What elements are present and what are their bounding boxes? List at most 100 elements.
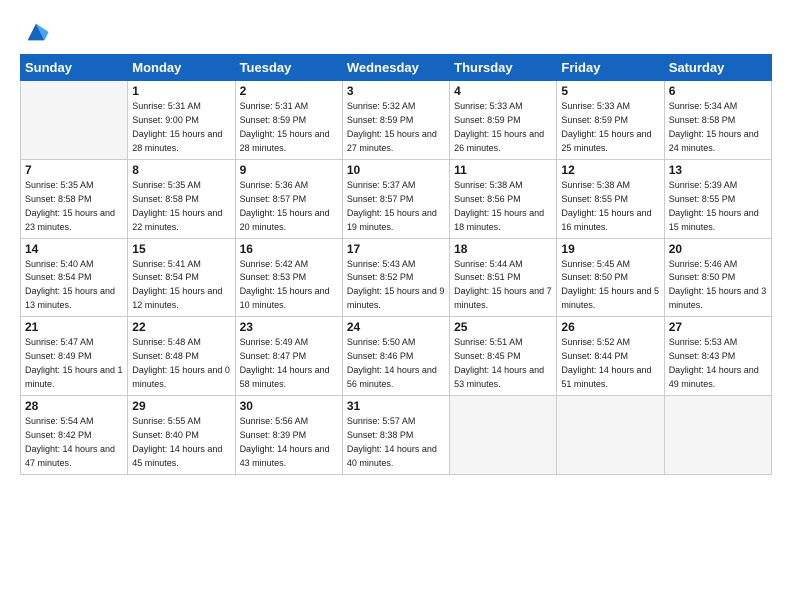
logo xyxy=(20,18,50,46)
sun-info: Sunrise: 5:35 AMSunset: 8:58 PMDaylight:… xyxy=(132,179,230,235)
sun-info: Sunrise: 5:45 AMSunset: 8:50 PMDaylight:… xyxy=(561,258,659,314)
day-number: 8 xyxy=(132,163,230,177)
calendar-cell: 20 Sunrise: 5:46 AMSunset: 8:50 PMDayligh… xyxy=(664,238,771,317)
day-number: 20 xyxy=(669,242,767,256)
sun-info: Sunrise: 5:51 AMSunset: 8:45 PMDaylight:… xyxy=(454,336,552,392)
week-row-3: 14Sunrise: 5:40 AMSunset: 8:54 PMDayligh… xyxy=(21,238,772,317)
calendar-cell: 11 Sunrise: 5:38 AMSunset: 8:56 PMDayligh… xyxy=(450,159,557,238)
calendar-table: SundayMondayTuesdayWednesdayThursdayFrid… xyxy=(20,54,772,475)
calendar-cell: 2 Sunrise: 5:31 AMSunset: 8:59 PMDaylight… xyxy=(235,81,342,160)
day-number: 17 xyxy=(347,242,445,256)
day-number: 31 xyxy=(347,399,445,413)
day-number: 2 xyxy=(240,84,338,98)
day-number: 23 xyxy=(240,320,338,334)
day-number: 9 xyxy=(240,163,338,177)
logo-icon xyxy=(22,18,50,46)
sun-info: Sunrise: 5:56 AMSunset: 8:39 PMDaylight:… xyxy=(240,415,338,471)
day-number: 11 xyxy=(454,163,552,177)
sun-info: Sunrise: 5:49 AMSunset: 8:47 PMDaylight:… xyxy=(240,336,338,392)
sun-info: Sunrise: 5:43 AMSunset: 8:52 PMDaylight:… xyxy=(347,258,445,314)
weekday-header-row: SundayMondayTuesdayWednesdayThursdayFrid… xyxy=(21,55,772,81)
calendar-cell xyxy=(450,396,557,475)
day-number: 29 xyxy=(132,399,230,413)
sun-info: Sunrise: 5:40 AMSunset: 8:54 PMDaylight:… xyxy=(25,258,123,314)
calendar-cell: 16 Sunrise: 5:42 AMSunset: 8:53 PMDayligh… xyxy=(235,238,342,317)
week-row-4: 21 Sunrise: 5:47 AMSunset: 8:49 PMDayligh… xyxy=(21,317,772,396)
day-number: 7 xyxy=(25,163,123,177)
day-number: 1 xyxy=(132,84,230,98)
sun-info: Sunrise: 5:32 AMSunset: 8:59 PMDaylight:… xyxy=(347,100,445,156)
calendar-cell: 10 Sunrise: 5:37 AMSunset: 8:57 PMDayligh… xyxy=(342,159,449,238)
sun-info: Sunrise: 5:55 AMSunset: 8:40 PMDaylight:… xyxy=(132,415,230,471)
weekday-header-wednesday: Wednesday xyxy=(342,55,449,81)
day-number: 27 xyxy=(669,320,767,334)
day-number: 25 xyxy=(454,320,552,334)
sun-info: Sunrise: 5:44 AMSunset: 8:51 PMDaylight:… xyxy=(454,258,552,314)
sun-info: Sunrise: 5:42 AMSunset: 8:53 PMDaylight:… xyxy=(240,258,338,314)
calendar-cell: 4 Sunrise: 5:33 AMSunset: 8:59 PMDaylight… xyxy=(450,81,557,160)
sun-info: Sunrise: 5:57 AMSunset: 8:38 PMDaylight:… xyxy=(347,415,445,471)
calendar-cell: 27 Sunrise: 5:53 AMSunset: 8:43 PMDayligh… xyxy=(664,317,771,396)
day-number: 28 xyxy=(25,399,123,413)
sun-info: Sunrise: 5:37 AMSunset: 8:57 PMDaylight:… xyxy=(347,179,445,235)
calendar-cell: 6Sunrise: 5:34 AMSunset: 8:58 PMDaylight… xyxy=(664,81,771,160)
calendar-cell: 13Sunrise: 5:39 AMSunset: 8:55 PMDayligh… xyxy=(664,159,771,238)
sun-info: Sunrise: 5:33 AMSunset: 8:59 PMDaylight:… xyxy=(561,100,659,156)
day-number: 19 xyxy=(561,242,659,256)
calendar-cell: 8 Sunrise: 5:35 AMSunset: 8:58 PMDaylight… xyxy=(128,159,235,238)
day-number: 21 xyxy=(25,320,123,334)
day-number: 24 xyxy=(347,320,445,334)
calendar-cell: 7Sunrise: 5:35 AMSunset: 8:58 PMDaylight… xyxy=(21,159,128,238)
sun-info: Sunrise: 5:31 AMSunset: 9:00 PMDaylight:… xyxy=(132,100,230,156)
calendar-cell: 15 Sunrise: 5:41 AMSunset: 8:54 PMDayligh… xyxy=(128,238,235,317)
week-row-5: 28Sunrise: 5:54 AMSunset: 8:42 PMDayligh… xyxy=(21,396,772,475)
day-number: 6 xyxy=(669,84,767,98)
day-number: 13 xyxy=(669,163,767,177)
calendar-cell: 19 Sunrise: 5:45 AMSunset: 8:50 PMDayligh… xyxy=(557,238,664,317)
calendar-cell xyxy=(557,396,664,475)
day-number: 4 xyxy=(454,84,552,98)
weekday-header-friday: Friday xyxy=(557,55,664,81)
day-number: 10 xyxy=(347,163,445,177)
weekday-header-sunday: Sunday xyxy=(21,55,128,81)
day-number: 26 xyxy=(561,320,659,334)
calendar-cell: 30 Sunrise: 5:56 AMSunset: 8:39 PMDayligh… xyxy=(235,396,342,475)
sun-info: Sunrise: 5:33 AMSunset: 8:59 PMDaylight:… xyxy=(454,100,552,156)
sun-info: Sunrise: 5:38 AMSunset: 8:55 PMDaylight:… xyxy=(561,179,659,235)
sun-info: Sunrise: 5:48 AMSunset: 8:48 PMDaylight:… xyxy=(132,336,230,392)
sun-info: Sunrise: 5:52 AMSunset: 8:44 PMDaylight:… xyxy=(561,336,659,392)
day-number: 22 xyxy=(132,320,230,334)
calendar-cell: 18Sunrise: 5:44 AMSunset: 8:51 PMDayligh… xyxy=(450,238,557,317)
weekday-header-saturday: Saturday xyxy=(664,55,771,81)
calendar-cell: 23 Sunrise: 5:49 AMSunset: 8:47 PMDayligh… xyxy=(235,317,342,396)
calendar-cell xyxy=(664,396,771,475)
calendar-cell: 3 Sunrise: 5:32 AMSunset: 8:59 PMDaylight… xyxy=(342,81,449,160)
day-number: 3 xyxy=(347,84,445,98)
calendar-cell: 21 Sunrise: 5:47 AMSunset: 8:49 PMDayligh… xyxy=(21,317,128,396)
calendar-cell: 28Sunrise: 5:54 AMSunset: 8:42 PMDayligh… xyxy=(21,396,128,475)
sun-info: Sunrise: 5:47 AMSunset: 8:49 PMDaylight:… xyxy=(25,336,123,392)
week-row-2: 7 Sunrise: 5:35 AMSunset: 8:58 PMDaylight… xyxy=(21,159,772,238)
day-number: 15 xyxy=(132,242,230,256)
calendar-cell: 24Sunrise: 5:50 AMSunset: 8:46 PMDayligh… xyxy=(342,317,449,396)
week-row-1: 1 Sunrise: 5:31 AMSunset: 9:00 PMDaylight… xyxy=(21,81,772,160)
sun-info: Sunrise: 5:31 AMSunset: 8:59 PMDaylight:… xyxy=(240,100,338,156)
weekday-header-tuesday: Tuesday xyxy=(235,55,342,81)
sun-info: Sunrise: 5:41 AMSunset: 8:54 PMDaylight:… xyxy=(132,258,230,314)
calendar-cell: 22 Sunrise: 5:48 AMSunset: 8:48 PMDayligh… xyxy=(128,317,235,396)
calendar-cell xyxy=(21,81,128,160)
calendar-cell: 9 Sunrise: 5:36 AMSunset: 8:57 PMDaylight… xyxy=(235,159,342,238)
calendar-cell: 12Sunrise: 5:38 AMSunset: 8:55 PMDayligh… xyxy=(557,159,664,238)
page: SundayMondayTuesdayWednesdayThursdayFrid… xyxy=(0,0,792,612)
calendar-cell: 14Sunrise: 5:40 AMSunset: 8:54 PMDayligh… xyxy=(21,238,128,317)
sun-info: Sunrise: 5:36 AMSunset: 8:57 PMDaylight:… xyxy=(240,179,338,235)
sun-info: Sunrise: 5:38 AMSunset: 8:56 PMDaylight:… xyxy=(454,179,552,235)
sun-info: Sunrise: 5:46 AMSunset: 8:50 PMDaylight:… xyxy=(669,258,767,314)
day-number: 5 xyxy=(561,84,659,98)
calendar-cell: 1 Sunrise: 5:31 AMSunset: 9:00 PMDaylight… xyxy=(128,81,235,160)
sun-info: Sunrise: 5:53 AMSunset: 8:43 PMDaylight:… xyxy=(669,336,767,392)
day-number: 16 xyxy=(240,242,338,256)
weekday-header-thursday: Thursday xyxy=(450,55,557,81)
calendar-cell: 17 Sunrise: 5:43 AMSunset: 8:52 PMDayligh… xyxy=(342,238,449,317)
day-number: 30 xyxy=(240,399,338,413)
